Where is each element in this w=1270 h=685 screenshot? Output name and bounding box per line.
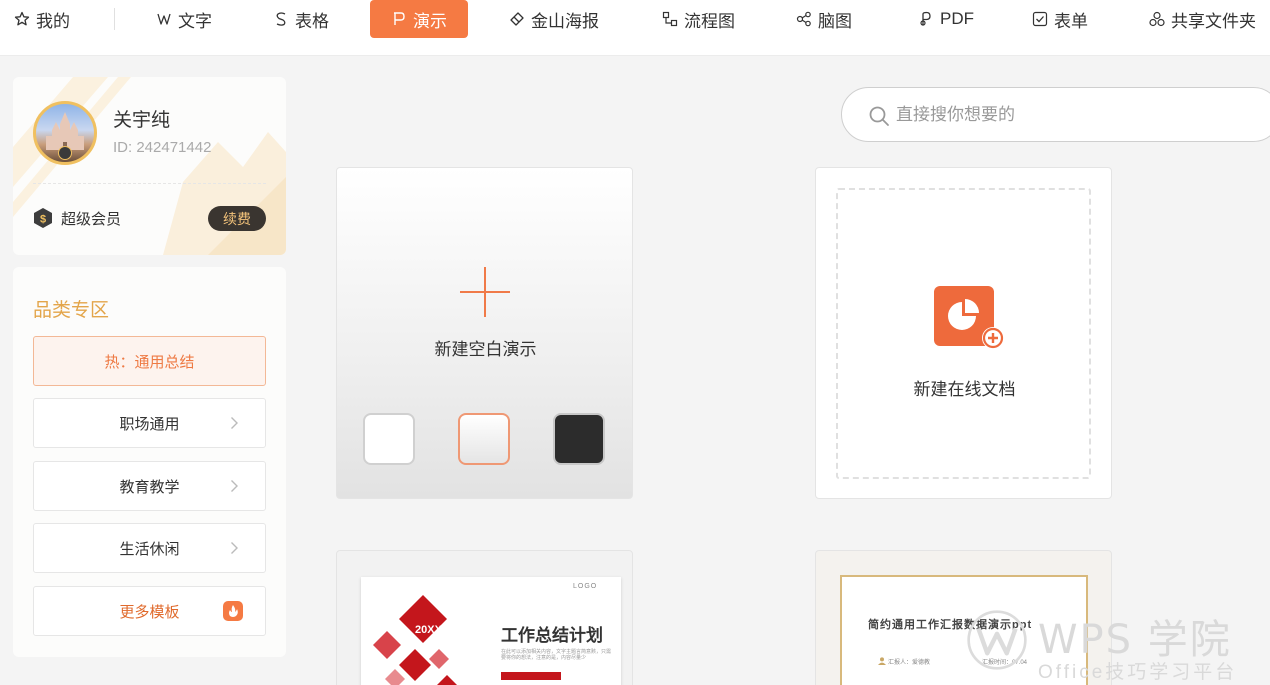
chevron-right-icon [231, 542, 238, 554]
spreadsheet-icon [276, 12, 286, 26]
new-online-label: 新建在线文档 [913, 380, 1016, 399]
profile-card: 关宇纯 ID: 242471442 $ 超级会员 续费 [13, 77, 286, 255]
watermark-subtitle: Office技巧学习平台 [1038, 662, 1238, 683]
nav-label: 金山海报 [531, 11, 599, 31]
template-flame-icon [223, 601, 243, 621]
nav-item-mine[interactable]: 我的 [14, 0, 70, 38]
template-title: 工作总结计划 [501, 626, 603, 645]
chevron-right-icon [231, 480, 238, 492]
wps-logo-icon [967, 610, 1027, 670]
form-icon [1032, 11, 1048, 27]
wps-academy-watermark: WPS 学院 Office技巧学习平台 [960, 605, 1270, 685]
category-item-workplace[interactable]: 职场通用 [33, 398, 266, 448]
category-label: 生活休闲 [119, 540, 180, 558]
user-name: 关宇纯 [113, 110, 171, 131]
nav-item-poster[interactable]: 金山海报 [509, 0, 599, 38]
category-item-education[interactable]: 教育教学 [33, 461, 266, 511]
nav-item-form[interactable]: 表单 [1032, 0, 1088, 38]
nav-label: 我的 [36, 11, 70, 31]
person-icon [878, 657, 886, 665]
category-label: 教育教学 [119, 478, 180, 496]
chevron-right-icon [231, 417, 238, 429]
nav-item-mindmap[interactable]: 脑图 [796, 0, 852, 38]
nav-item-spreadsheet[interactable]: 表格 [273, 0, 329, 38]
renew-button[interactable]: 续费 [208, 206, 266, 231]
category-item-more[interactable]: 更多模板 [33, 586, 266, 636]
avatar[interactable] [33, 101, 97, 165]
presentation-icon [394, 12, 405, 25]
category-label: 热：通用总结 [104, 353, 195, 371]
nav-item-presentation[interactable]: 演示 [370, 0, 468, 38]
new-blank-presentation-card[interactable]: 新建空白演示 [336, 167, 633, 499]
search-icon [869, 106, 889, 126]
top-nav: 我的 文字 表格 演示 金山海报 流程图 脑图 PDF 表单 共享文件夹 [0, 0, 1270, 56]
search-input[interactable] [896, 102, 1256, 128]
category-panel: 品类专区 热：通用总结 职场通用 教育教学 生活休闲 更多模板 [13, 267, 286, 657]
template-red-bar [501, 672, 561, 680]
nav-item-shared-folder[interactable]: 共享文件夹 [1149, 0, 1256, 38]
pdf-icon [920, 11, 931, 26]
theme-swatch-gradient[interactable] [458, 413, 510, 465]
nav-label: 表格 [295, 11, 329, 31]
nav-item-flowchart[interactable]: 流程图 [662, 0, 735, 38]
nav-label: 脑图 [818, 11, 852, 31]
user-id: ID: 242471442 [113, 139, 212, 156]
nav-label: 流程图 [684, 11, 735, 31]
category-label: 职场通用 [119, 415, 180, 433]
template-subtitle: 在此可以添加相关内容，文字主题言简意赅，只需要将你的想法，注意的是，内容尽量少 [501, 649, 612, 661]
flowchart-icon [662, 11, 678, 27]
plus-icon [460, 267, 510, 317]
theme-swatch-white[interactable] [363, 413, 415, 465]
member-label: 超级会员 [61, 211, 122, 228]
template-meta-reporter: 汇报人：爱德教 [888, 660, 931, 666]
category-label: 更多模板 [119, 603, 180, 621]
word-icon [157, 13, 171, 25]
vip-badge-icon [58, 146, 72, 160]
nav-label: PDF [940, 9, 974, 28]
theme-swatch-dark[interactable] [553, 413, 605, 465]
svg-text:$: $ [40, 214, 46, 226]
online-presentation-icon [934, 286, 1004, 349]
template-year: 20XX [415, 624, 442, 636]
nav-label: 演示 [413, 11, 447, 31]
template-card[interactable]: 20XX LOGO 工作总结计划 在此可以添加相关内容，文字主题言简意赅，只需要… [336, 550, 633, 685]
search-bar[interactable] [841, 87, 1270, 142]
poster-icon [510, 12, 524, 26]
super-member-icon: $ [34, 208, 52, 228]
star-icon [14, 11, 30, 26]
category-item-hot[interactable]: 热：通用总结 [33, 336, 266, 386]
nav-item-writer[interactable]: 文字 [156, 0, 212, 38]
nav-label: 文字 [178, 11, 212, 31]
red-diamonds-graphic [373, 595, 457, 685]
nav-divider [114, 8, 115, 30]
nav-item-pdf[interactable]: PDF [918, 0, 974, 38]
category-item-life[interactable]: 生活休闲 [33, 523, 266, 573]
shared-folder-icon [1149, 11, 1165, 27]
template-thumbnail: 20XX LOGO 工作总结计划 在此可以添加相关内容，文字主题言简意赅，只需要… [361, 577, 621, 685]
mindmap-icon [796, 11, 811, 27]
template-logo-text: LOGO [573, 583, 598, 590]
category-title: 品类专区 [33, 300, 110, 321]
new-online-document-card[interactable]: 新建在线文档 [815, 167, 1112, 499]
divider [33, 183, 266, 184]
nav-label: 共享文件夹 [1171, 11, 1256, 31]
nav-label: 表单 [1054, 11, 1088, 31]
new-blank-label: 新建空白演示 [434, 340, 537, 359]
